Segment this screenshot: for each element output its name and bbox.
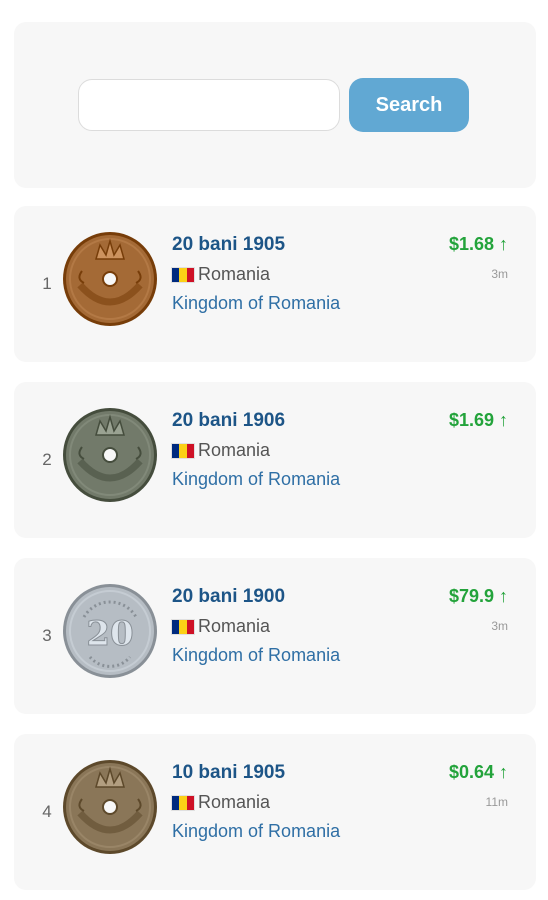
list-item[interactable]: 3 20 20 bani 1900 Romania Kingdom of Rom… [14, 558, 536, 714]
romania-flag-icon [172, 267, 194, 282]
coin-numeral-20-icon: 20 [63, 584, 157, 678]
coin-crown-hole-icon[interactable] [62, 759, 158, 855]
country-name: Romania [198, 264, 271, 284]
price-value: $1.69 ↑ [448, 410, 508, 430]
period-link[interactable]: Kingdom of Romania [172, 469, 340, 490]
svg-text:20: 20 [86, 614, 133, 654]
period-link[interactable]: Kingdom of Romania [172, 821, 340, 842]
time-ago: 11m [485, 795, 508, 809]
time-ago: 3m [491, 267, 508, 281]
country-row: Romania [172, 616, 270, 637]
coin-crown-hole-icon [63, 408, 157, 502]
rank-number: 1 [42, 274, 52, 293]
coin-crown-hole-icon[interactable] [62, 231, 158, 327]
price-value: $0.64 ↑ [448, 762, 508, 782]
coin-title-link[interactable]: 20 bani 1905 [172, 234, 285, 256]
country-row: Romania [172, 264, 270, 285]
price-value: $79.9 ↑ [448, 586, 508, 606]
country-row: Romania [172, 792, 270, 813]
rank-number: 3 [42, 626, 52, 645]
period-link[interactable]: Kingdom of Romania [172, 645, 340, 666]
period-link[interactable]: Kingdom of Romania [172, 293, 340, 314]
list-item[interactable]: 4 10 bani 1905 Romania Kingdom of Romani… [14, 734, 536, 890]
romania-flag-icon [172, 443, 194, 458]
coin-search-page: Search 1 20 bani 1905 Romania Kingdom of… [0, 0, 548, 900]
rank-number: 4 [42, 802, 52, 821]
coin-title-link[interactable]: 20 bani 1906 [172, 410, 285, 432]
search-input[interactable] [78, 79, 340, 131]
country-row: Romania [172, 440, 270, 461]
time-ago: 3m [491, 619, 508, 633]
list-item[interactable]: 1 20 bani 1905 Romania Kingdom of Romani… [14, 206, 536, 362]
coin-crown-hole-icon [63, 232, 157, 326]
romania-flag-icon [172, 619, 194, 634]
search-panel: Search [14, 22, 536, 188]
search-button[interactable]: Search [349, 78, 469, 132]
coin-crown-hole-icon[interactable] [62, 407, 158, 503]
coin-numeral-20-icon[interactable]: 20 [62, 583, 158, 679]
rank-number: 2 [42, 450, 52, 469]
romania-flag-icon [172, 795, 194, 810]
list-item[interactable]: 2 20 bani 1906 Romania Kingdom of Romani… [14, 382, 536, 538]
country-name: Romania [198, 440, 271, 460]
price-value: $1.68 ↑ [448, 234, 508, 254]
country-name: Romania [198, 792, 271, 812]
coin-crown-hole-icon [63, 760, 157, 854]
country-name: Romania [198, 616, 271, 636]
coin-title-link[interactable]: 20 bani 1900 [172, 586, 285, 608]
coin-title-link[interactable]: 10 bani 1905 [172, 762, 285, 784]
